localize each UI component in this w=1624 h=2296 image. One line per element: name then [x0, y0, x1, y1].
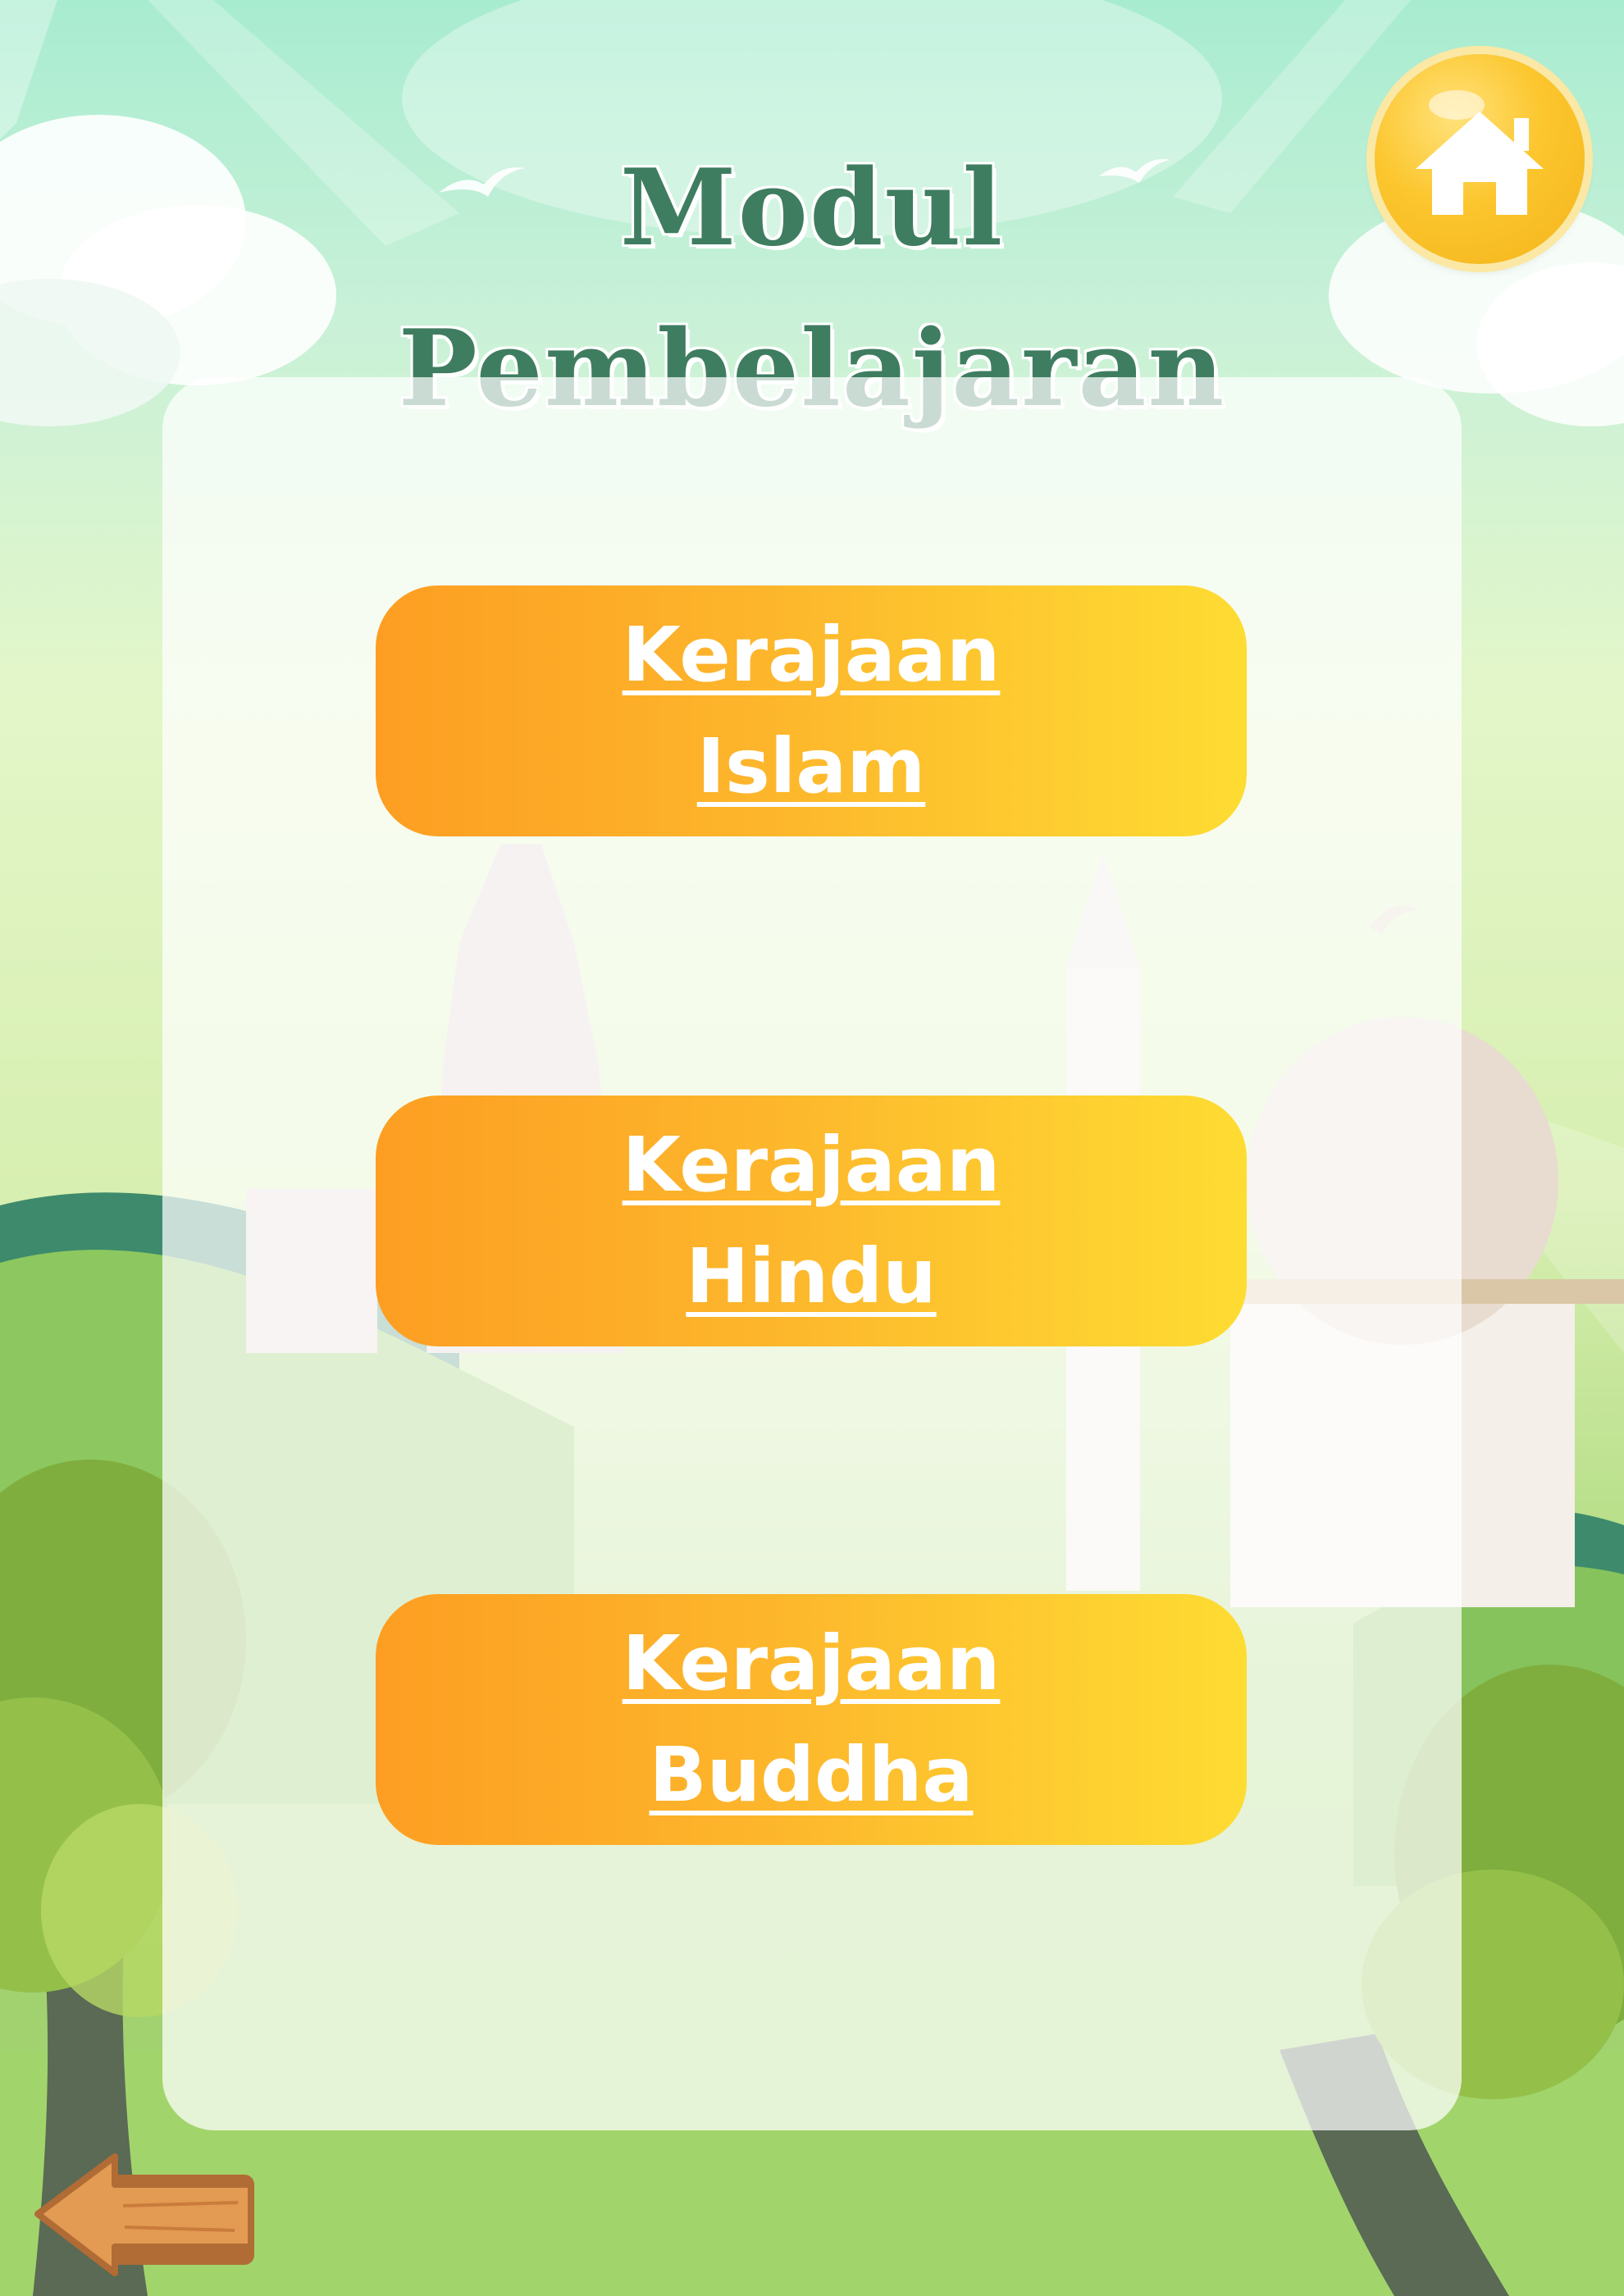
module-button-label-line-2: Buddha [649, 1731, 974, 1819]
module-button-label-line-1: Kerajaan [622, 1121, 1001, 1209]
module-button-kerajaan-buddha[interactable]: Kerajaan Buddha [376, 1594, 1247, 1845]
page-title-line-1: Modul [619, 146, 1005, 270]
home-button[interactable] [1375, 54, 1585, 264]
module-button-label-line-2: Islam [696, 722, 926, 810]
module-button-kerajaan-hindu[interactable]: Kerajaan Hindu [376, 1096, 1247, 1346]
back-button[interactable] [33, 2142, 262, 2281]
module-button-kerajaan-islam[interactable]: Kerajaan Islam [376, 585, 1247, 836]
learning-module-screen: Modul Pembelajaran Kerajaan Islam Keraja… [0, 0, 1624, 2296]
module-button-label-line-1: Kerajaan [622, 1620, 1001, 1707]
arrow-left-sign-icon [34, 2153, 254, 2276]
module-button-label-line-2: Hindu [686, 1232, 937, 1320]
module-button-label-line-1: Kerajaan [622, 611, 1001, 699]
home-icon [1416, 90, 1544, 215]
